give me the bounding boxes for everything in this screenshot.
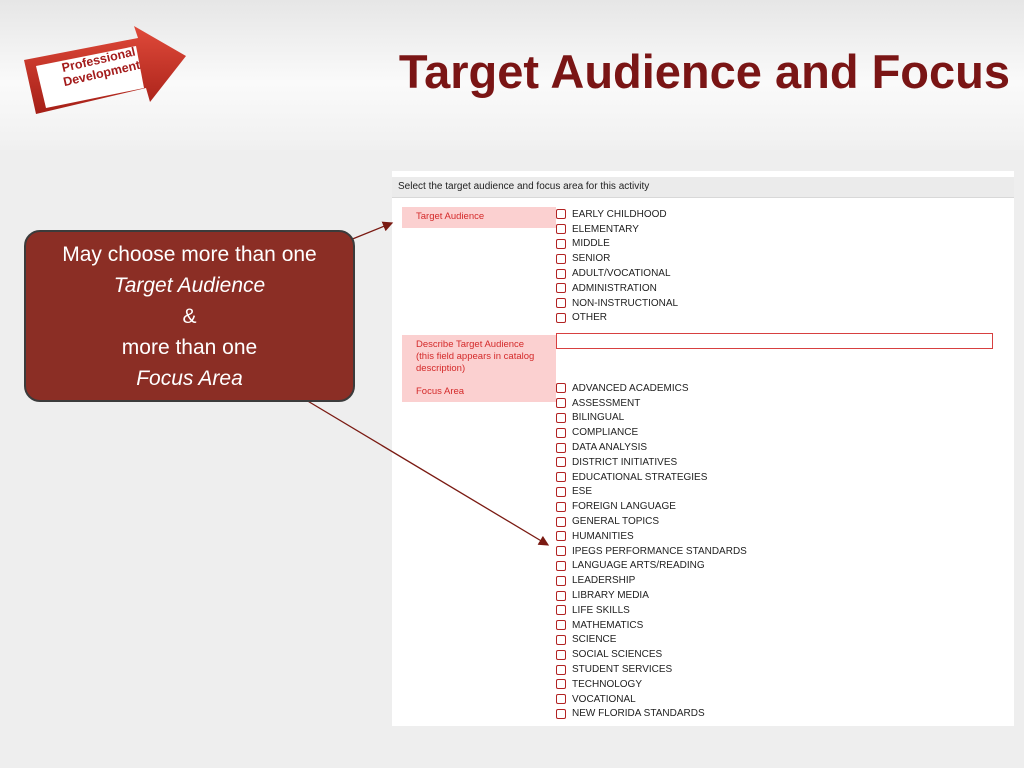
callout-box: May choose more than one Target Audience… [24,230,355,402]
callout-line-1: May choose more than one [62,243,317,266]
arrow-to-focus-area [305,399,550,546]
callout-line-3: & [182,305,197,328]
arrow-to-target-audience [349,221,394,241]
callout-line-5: Focus Area [136,367,243,390]
callout-line-2: Target Audience [113,274,266,297]
callout-line-4: more than one [121,336,258,359]
